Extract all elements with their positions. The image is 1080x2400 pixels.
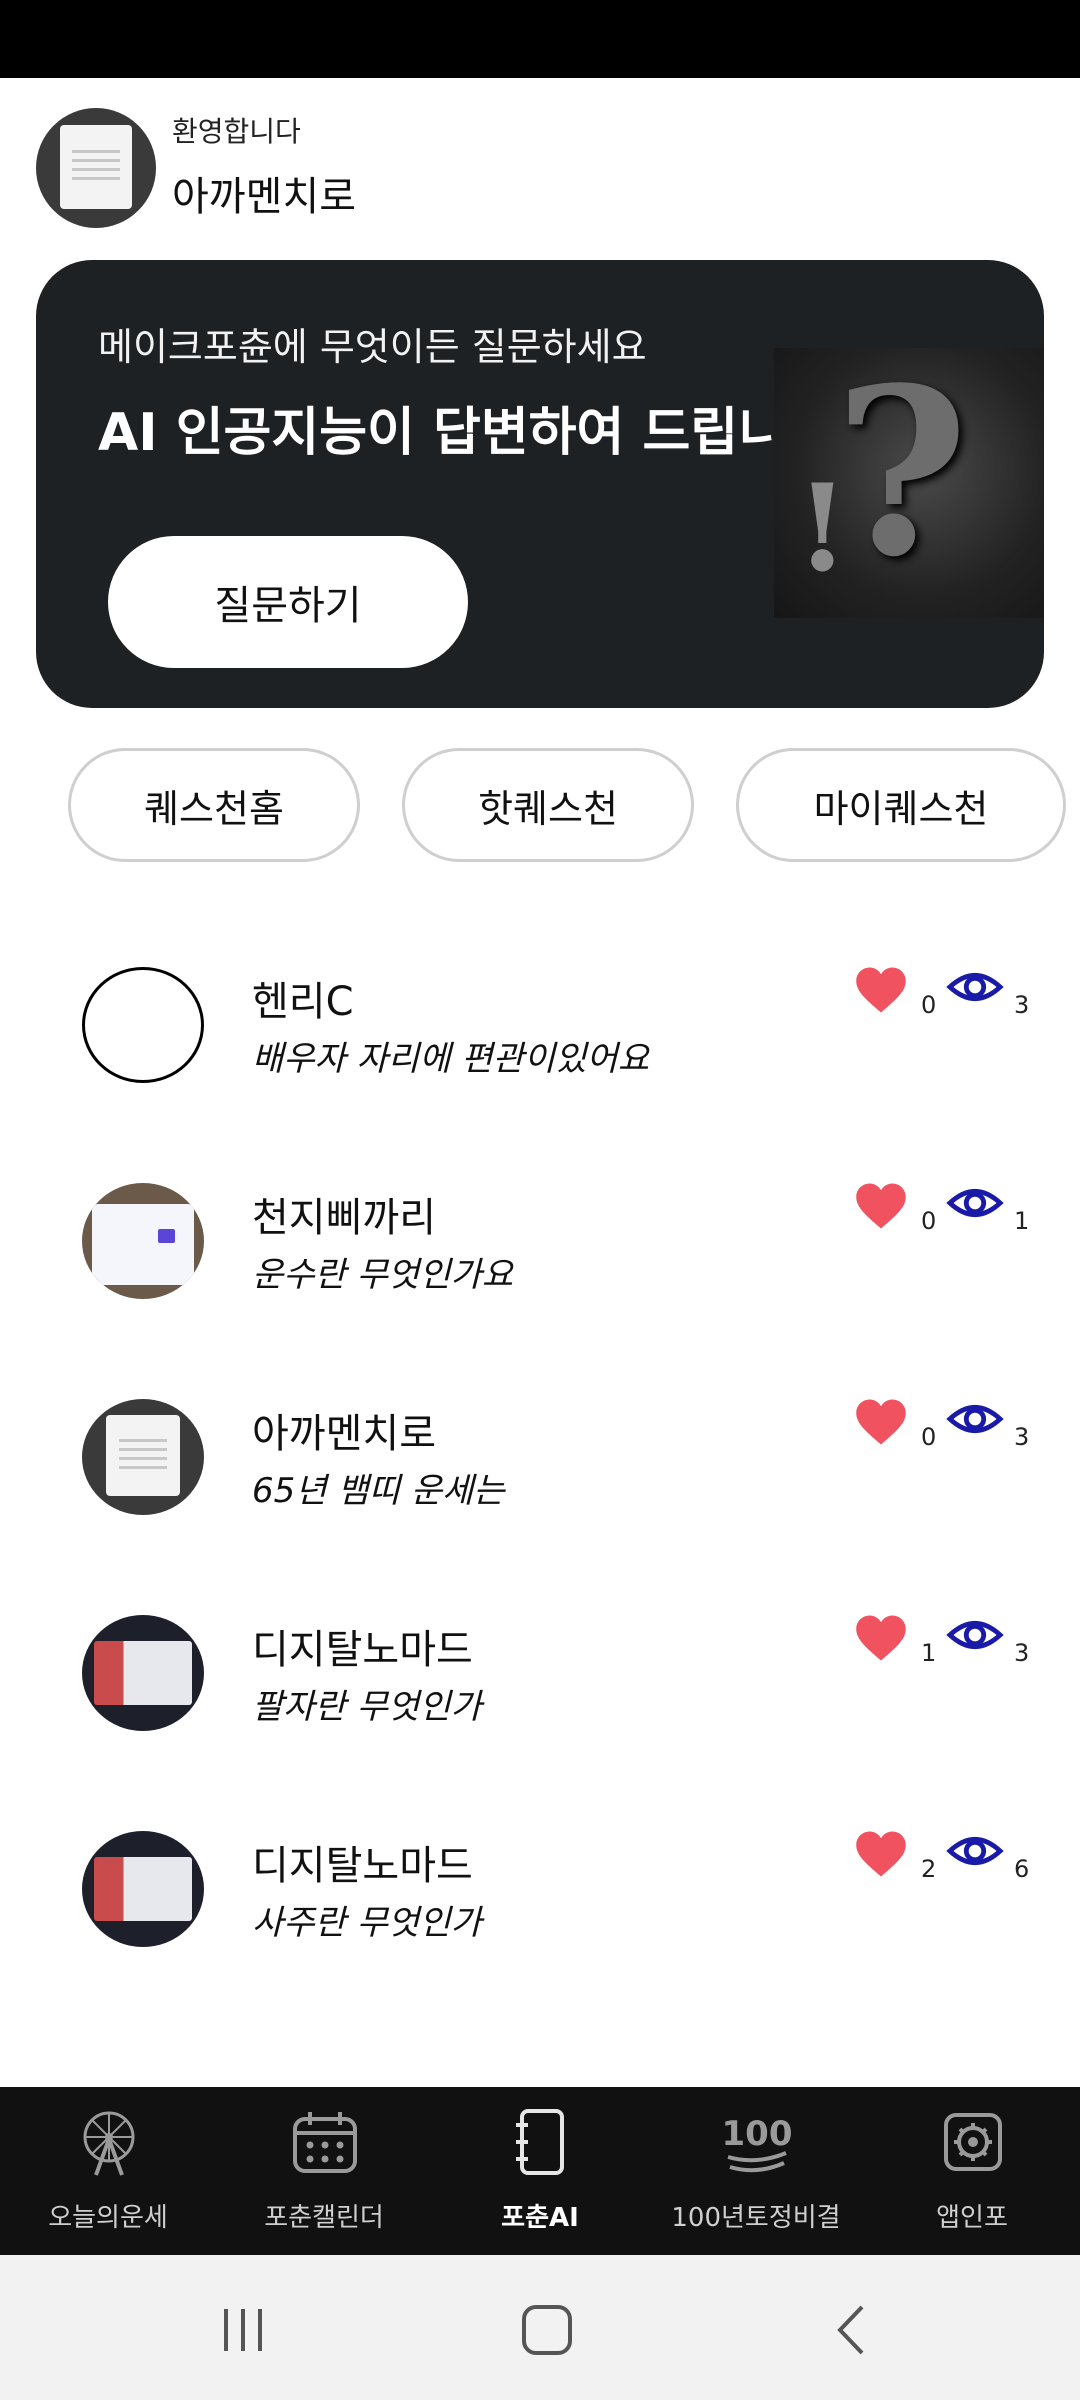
nav-app-info[interactable]: 앱인포 <box>864 2087 1080 2255</box>
profile-header: 환영합니다 아까멘치로 <box>0 78 1080 248</box>
notebook-icon <box>516 2109 564 2175</box>
nav-label: 오늘의운세 <box>48 2203 168 2233</box>
question-text: 사주란 무엇인가 <box>252 1903 482 1943</box>
heart-icon[interactable] <box>854 965 908 1015</box>
status-bar <box>0 0 1080 78</box>
banner-title: AI 인공지능이 답변하여 드립니다 <box>98 403 834 463</box>
nav-label: 100년토정비결 <box>671 2203 841 2233</box>
ai-question-banner: 메이크포츈에 무엇이든 질문하세요 AI 인공지능이 답변하여 드립니다 ! ?… <box>36 260 1044 708</box>
heart-icon[interactable] <box>854 1829 908 1879</box>
welcome-text: 환영합니다 <box>172 115 301 148</box>
svg-text:100: 100 <box>722 2114 792 2154</box>
list-item[interactable]: 디지탈노마드 팔자란 무엇인가 1 3 <box>0 1593 1080 1753</box>
tab-my-question[interactable]: 마이퀘스천 <box>736 748 1066 862</box>
author-name: 아까멘치로 <box>252 1411 436 1457</box>
recent-apps-icon[interactable] <box>208 2295 278 2365</box>
author-name: 디지탈노마드 <box>252 1627 473 1673</box>
nav-label: 포춘캘린더 <box>264 2203 384 2233</box>
ask-question-button[interactable]: 질문하기 <box>108 536 468 668</box>
banner-subtitle: 메이크포츈에 무엇이든 질문하세요 <box>98 325 647 369</box>
eye-icon <box>946 1404 1004 1434</box>
list-item[interactable]: 헨리C 배우자 자리에 편관이있어요 0 3 <box>0 945 1080 1105</box>
question-text: 배우자 자리에 편관이있어요 <box>252 1039 649 1079</box>
tab-question-home[interactable]: 퀘스천홈 <box>68 748 360 862</box>
question-text: 팔자란 무엇인가 <box>252 1687 482 1727</box>
bottom-navigation: 오늘의운세 포춘캘린더 포춘AI 100 100년토정비결 앱인포 <box>0 2087 1080 2255</box>
nav-label: 앱인포 <box>936 2203 1008 2233</box>
eye-icon <box>946 972 1004 1002</box>
heart-icon[interactable] <box>854 1181 908 1231</box>
heart-icon[interactable] <box>854 1613 908 1663</box>
view-count: 6 <box>1014 1855 1030 1883</box>
gear-icon <box>944 2113 1002 2171</box>
home-icon[interactable] <box>512 2295 582 2365</box>
avatar <box>82 1183 204 1299</box>
list-item[interactable]: 디지탈노마드 사주란 무엇인가 2 6 <box>0 1809 1080 1969</box>
nav-fortune-calendar[interactable]: 포춘캘린더 <box>216 2087 432 2255</box>
question-exclamation-image: ! ? <box>774 338 1044 618</box>
eye-icon <box>946 1836 1004 1866</box>
author-name: 천지삐까리 <box>252 1195 436 1241</box>
eye-icon <box>946 1620 1004 1650</box>
avatar <box>82 1399 204 1515</box>
back-icon[interactable] <box>816 2295 886 2365</box>
username: 아까멘치로 <box>172 174 356 220</box>
nav-fortune-ai[interactable]: 포춘AI <box>432 2087 648 2255</box>
hundred-icon: 100 <box>722 2114 792 2173</box>
question-text: 운수란 무엇인가요 <box>252 1255 514 1295</box>
like-count: 0 <box>921 991 937 1019</box>
like-count: 0 <box>921 1423 937 1451</box>
list-item[interactable]: 천지삐까리 운수란 무엇인가요 0 1 <box>0 1161 1080 1321</box>
avatar <box>82 1831 204 1947</box>
view-count: 3 <box>1014 991 1030 1019</box>
avatar <box>82 967 204 1083</box>
tab-hot-question[interactable]: 핫퀘스천 <box>402 748 694 862</box>
nav-100year-tojeong[interactable]: 100 100년토정비결 <box>648 2087 864 2255</box>
avatar <box>82 1615 204 1731</box>
view-count: 3 <box>1014 1639 1030 1667</box>
like-count: 2 <box>921 1855 937 1883</box>
list-item[interactable]: 아까멘치로 65년 뱀띠 운세는 0 3 <box>0 1377 1080 1537</box>
nav-today-fortune[interactable]: 오늘의운세 <box>0 2087 216 2255</box>
like-count: 0 <box>921 1207 937 1235</box>
view-count: 1 <box>1014 1207 1030 1235</box>
eye-icon <box>946 1188 1004 1218</box>
ferris-wheel-icon <box>83 2111 135 2176</box>
heart-icon[interactable] <box>854 1397 908 1447</box>
user-avatar[interactable] <box>36 108 156 228</box>
like-count: 1 <box>921 1639 937 1667</box>
author-name: 디지탈노마드 <box>252 1843 473 1889</box>
question-tabs: 퀘스천홈 핫퀘스천 마이퀘스천 <box>0 748 1080 866</box>
nav-label: 포춘AI <box>501 2203 579 2233</box>
calendar-icon <box>293 2112 357 2173</box>
view-count: 3 <box>1014 1423 1030 1451</box>
system-navigation-bar <box>0 2255 1080 2400</box>
question-text: 65년 뱀띠 운세는 <box>252 1471 505 1511</box>
author-name: 헨리C <box>252 979 354 1025</box>
